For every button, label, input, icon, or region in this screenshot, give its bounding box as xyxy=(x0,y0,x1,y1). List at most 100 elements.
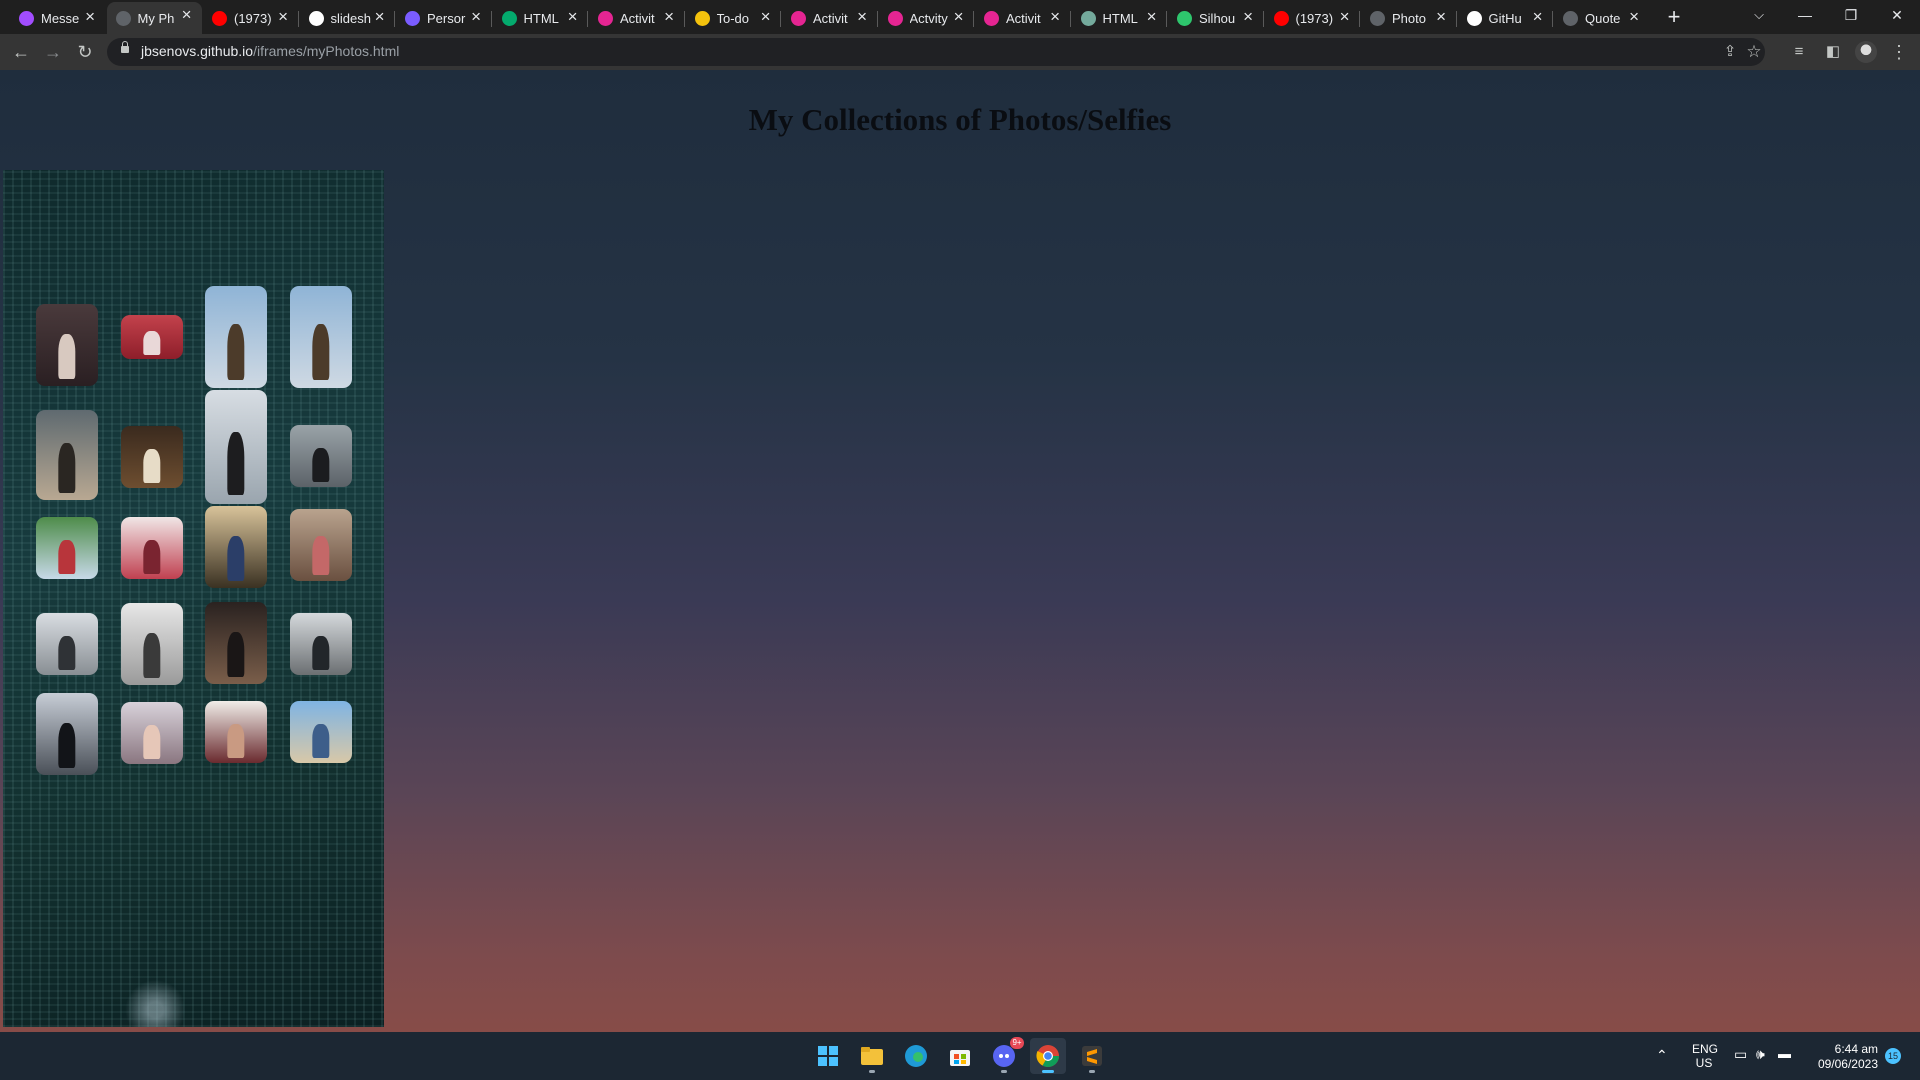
lock-icon[interactable] xyxy=(121,41,129,53)
new-tab-button[interactable]: + xyxy=(1660,4,1688,32)
gallery-photo[interactable] xyxy=(121,603,183,685)
tab[interactable]: HTML × xyxy=(493,4,588,32)
gallery-photo[interactable] xyxy=(205,602,267,684)
close-tab-icon[interactable]: × xyxy=(954,7,964,27)
minimize-button[interactable]: — xyxy=(1782,0,1828,30)
tab[interactable]: HTML × xyxy=(1072,4,1167,32)
close-tab-icon[interactable]: × xyxy=(1629,7,1639,27)
close-tab-icon[interactable]: × xyxy=(1533,7,1543,27)
gallery-photo[interactable] xyxy=(121,315,183,359)
tab[interactable]: GitHu × xyxy=(1458,4,1553,32)
w3schools-icon xyxy=(501,10,517,26)
gallery-photo[interactable] xyxy=(290,509,352,581)
gallery-photo[interactable] xyxy=(36,613,98,675)
close-tab-icon[interactable]: × xyxy=(278,7,288,27)
tab-search-button[interactable]: ⌵ xyxy=(1736,0,1782,30)
notification-badge[interactable]: 15 xyxy=(1885,1048,1901,1064)
github-icon xyxy=(1466,10,1482,26)
close-tab-icon[interactable]: × xyxy=(85,7,95,27)
close-tab-icon[interactable]: × xyxy=(182,5,192,25)
tab[interactable]: To-do × xyxy=(686,4,781,32)
tab[interactable]: Activit × xyxy=(782,4,877,32)
tab-title: Activit xyxy=(1006,10,1041,26)
close-tab-icon[interactable]: × xyxy=(857,7,867,27)
close-tab-icon[interactable]: × xyxy=(471,7,481,27)
gallery-photo[interactable] xyxy=(290,425,352,487)
show-hidden-icons-chevron-icon[interactable]: ⌃ xyxy=(1656,1047,1668,1064)
tab[interactable]: My Ph × xyxy=(106,2,202,34)
tab[interactable]: (1973) × xyxy=(203,4,298,32)
close-tab-icon[interactable]: × xyxy=(568,7,578,27)
battery-icon[interactable]: ▬ xyxy=(1778,1046,1791,1061)
tab-title: (1973) xyxy=(234,10,272,26)
clock[interactable]: 6:44 am 09/06/2023 xyxy=(1808,1042,1878,1072)
back-arrow-icon[interactable]: ← xyxy=(8,39,34,65)
photo-subject xyxy=(143,448,161,484)
gallery-photo[interactable] xyxy=(121,702,183,764)
start-icon[interactable] xyxy=(810,1038,846,1074)
sublime-text-icon[interactable] xyxy=(1074,1038,1110,1074)
url-path: /iframes/myPhotos.html xyxy=(253,43,400,59)
close-tab-icon[interactable]: × xyxy=(1340,7,1350,27)
close-tab-icon[interactable]: × xyxy=(1050,7,1060,27)
gallery-photo[interactable] xyxy=(36,410,98,500)
restore-button[interactable]: ❐ xyxy=(1828,0,1874,30)
microsoft-store-icon[interactable] xyxy=(942,1038,978,1074)
gallery-photo[interactable] xyxy=(121,426,183,488)
close-window-button[interactable]: ✕ xyxy=(1874,0,1920,30)
side-panel-icon[interactable]: ◧ xyxy=(1820,39,1846,65)
volume-icon[interactable]: 🕪 xyxy=(1756,1046,1765,1063)
tab[interactable]: Persor × xyxy=(396,4,491,32)
gallery-photo[interactable] xyxy=(36,304,98,386)
tab-title: HTML xyxy=(523,10,559,26)
gallery-photo[interactable] xyxy=(205,701,267,763)
youtube-icon xyxy=(1273,10,1289,26)
language-indicator[interactable]: ENG US xyxy=(1692,1042,1718,1070)
reload-icon[interactable]: ↻ xyxy=(72,39,98,65)
tab[interactable]: Activit × xyxy=(589,4,684,32)
tab-title: Actvity xyxy=(909,10,948,26)
photo-subject xyxy=(143,539,161,575)
tab[interactable]: Messe × xyxy=(10,4,105,32)
close-tab-icon[interactable]: × xyxy=(1436,7,1446,27)
close-tab-icon[interactable]: × xyxy=(664,7,674,27)
forward-arrow-icon[interactable]: → xyxy=(40,39,66,65)
gallery-photo[interactable] xyxy=(205,286,267,388)
share-icon[interactable]: ⇪ xyxy=(1717,39,1743,65)
gallery-photo[interactable] xyxy=(36,517,98,579)
bookmark-star-icon[interactable]: ☆ xyxy=(1741,39,1767,65)
tab[interactable]: Photo × xyxy=(1361,4,1456,32)
photo-subject xyxy=(143,331,161,356)
tab[interactable]: Actvity × xyxy=(879,4,974,32)
file-explorer-icon[interactable] xyxy=(854,1038,890,1074)
address-bar[interactable]: jbsenovs.github.io/iframes/myPhotos.html… xyxy=(107,38,1765,66)
close-tab-icon[interactable]: × xyxy=(1147,7,1157,27)
edge-icon[interactable] xyxy=(898,1038,934,1074)
chrome-icon[interactable] xyxy=(1030,1038,1066,1074)
page-title: My Collections of Photos/Selfies xyxy=(748,102,1172,137)
tab-title: My Ph xyxy=(137,10,175,26)
tab[interactable]: Activit × xyxy=(975,4,1070,32)
gallery-photo[interactable] xyxy=(205,506,267,588)
menu-kebab-icon[interactable]: ⋮ xyxy=(1886,39,1912,65)
tab[interactable]: Quote × xyxy=(1554,4,1649,32)
tab[interactable]: Silhou × xyxy=(1168,4,1263,32)
gallery-photo[interactable] xyxy=(121,517,183,579)
close-tab-icon[interactable]: × xyxy=(761,7,771,27)
close-tab-icon[interactable]: × xyxy=(375,7,385,27)
gallery-photo[interactable] xyxy=(290,613,352,675)
gallery-photo[interactable] xyxy=(290,286,352,388)
gallery-photo[interactable] xyxy=(36,693,98,775)
tab[interactable]: (1973) × xyxy=(1265,4,1360,32)
tab[interactable]: slidesh × xyxy=(300,4,395,32)
network-icon[interactable]: ▭ xyxy=(1734,1046,1747,1063)
profile-avatar[interactable] xyxy=(1855,41,1877,63)
browser-toolbar: ← → ↻ jbsenovs.github.io/iframes/myPhoto… xyxy=(0,34,1920,70)
discord-icon[interactable]: 9+ xyxy=(986,1037,1024,1074)
gallery-photo[interactable] xyxy=(205,390,267,504)
close-tab-icon[interactable]: × xyxy=(1243,7,1253,27)
photo-subject xyxy=(58,334,76,380)
reading-list-icon[interactable]: ≡ xyxy=(1786,39,1812,65)
gallery-photo[interactable] xyxy=(290,701,352,763)
url-text[interactable]: jbsenovs.github.io/iframes/myPhotos.html xyxy=(141,43,399,59)
